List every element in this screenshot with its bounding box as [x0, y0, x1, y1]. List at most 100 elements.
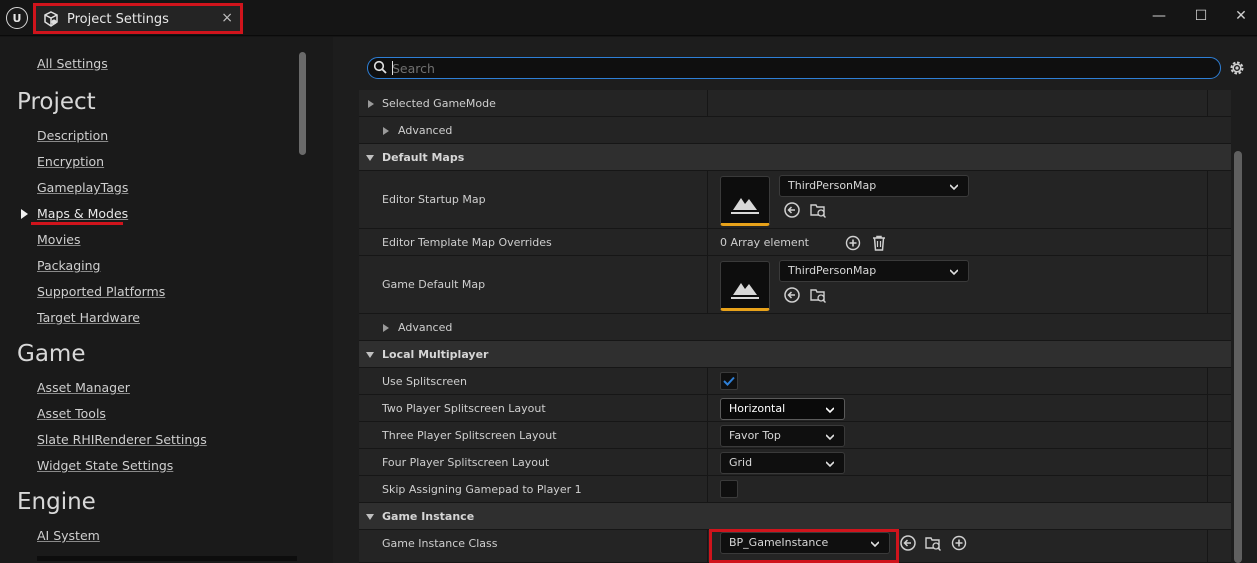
category-label: Local Multiplayer	[382, 348, 489, 361]
use-selected-asset-icon[interactable]	[783, 286, 801, 304]
row-two-player-layout: Two Player Splitscreen Layout Horizontal	[359, 395, 1231, 422]
map-dropdown[interactable]: ThirdPersonMap	[779, 175, 969, 197]
title-bar: U Project Settings × — ☐ ✕	[0, 0, 1257, 36]
browse-asset-icon[interactable]	[809, 286, 827, 304]
settings-cube-icon	[44, 11, 58, 27]
skip-gamepad-checkbox[interactable]	[720, 480, 738, 498]
settings-sidebar: All Settings Project Description Encrypt…	[0, 37, 333, 563]
search-box[interactable]	[367, 57, 1221, 79]
checkmark-icon	[723, 376, 735, 386]
property-label: Skip Assigning Gamepad to Player 1	[382, 483, 582, 496]
delete-trash-icon[interactable]	[870, 234, 888, 252]
chevron-down-icon	[950, 184, 958, 191]
details-scrollbar[interactable]	[1234, 151, 1242, 563]
text-cursor	[392, 61, 393, 75]
row-editor-template-overrides: Editor Template Map Overrides 0 Array el…	[359, 229, 1231, 256]
map-thumbnail-icon	[731, 198, 759, 214]
tab-label: Project Settings	[67, 12, 169, 27]
section-title-project: Project	[17, 89, 96, 115]
expand-arrow-icon[interactable]	[383, 127, 389, 135]
search-icon	[373, 60, 387, 74]
property-label: Use Splitscreen	[382, 375, 468, 388]
row-three-player-layout: Three Player Splitscreen Layout Favor To…	[359, 422, 1231, 449]
chevron-down-icon	[950, 269, 958, 276]
sidebar-item-packaging[interactable]: Packaging	[37, 258, 100, 273]
sidebar-item-description[interactable]: Description	[37, 128, 108, 143]
chevron-down-icon	[826, 407, 834, 414]
three-player-layout-dropdown[interactable]: Favor Top	[720, 425, 845, 447]
property-label: Advanced	[398, 321, 453, 334]
collapse-arrow-icon[interactable]	[366, 352, 374, 358]
sidebar-item-gameplaytags[interactable]: GameplayTags	[37, 180, 128, 195]
map-thumbnail[interactable]	[720, 261, 770, 311]
expand-arrow-icon[interactable]	[383, 324, 389, 332]
row-editor-startup-map: Editor Startup Map ThirdPersonMap	[359, 171, 1231, 229]
sidebar-item-slate-rhirenderer[interactable]: Slate RHIRenderer Settings	[37, 432, 207, 447]
category-local-multiplayer[interactable]: Local Multiplayer	[359, 341, 1231, 368]
tab-close-icon[interactable]: ×	[221, 10, 233, 26]
category-game-instance[interactable]: Game Instance	[359, 503, 1231, 530]
sidebar-item-movies[interactable]: Movies	[37, 232, 81, 247]
sidebar-item-ai-system[interactable]: AI System	[37, 528, 100, 543]
collapse-arrow-icon[interactable]	[366, 514, 374, 520]
browse-class-icon[interactable]	[924, 534, 942, 552]
browse-asset-icon[interactable]	[809, 201, 827, 219]
use-splitscreen-checkbox[interactable]	[720, 372, 738, 390]
use-selected-class-icon[interactable]	[899, 534, 917, 552]
array-count: 0 Array element	[720, 236, 809, 249]
game-instance-highlight-box	[709, 529, 899, 563]
row-use-splitscreen: Use Splitscreen	[359, 368, 1231, 395]
search-input[interactable]	[392, 59, 1192, 77]
section-title-game: Game	[17, 341, 86, 367]
property-label: Editor Startup Map	[382, 193, 486, 206]
selected-arrow-icon	[21, 209, 28, 219]
gear-icon[interactable]	[1228, 59, 1246, 77]
row-advanced[interactable]: Advanced	[359, 117, 1231, 144]
row-selected-gamemode[interactable]: Selected GameMode	[359, 90, 1231, 117]
sidebar-item-asset-tools[interactable]: Asset Tools	[37, 406, 106, 421]
minimize-button[interactable]: —	[1144, 6, 1174, 28]
unreal-logo-icon: U	[6, 7, 28, 29]
section-title-engine: Engine	[17, 489, 96, 515]
row-four-player-layout: Four Player Splitscreen Layout Grid	[359, 449, 1231, 476]
sidebar-item-maps-modes[interactable]: Maps & Modes	[37, 206, 128, 221]
sidebar-item-target-hardware[interactable]: Target Hardware	[37, 310, 140, 325]
property-label: Game Default Map	[382, 278, 486, 291]
sidebar-scrollbar[interactable]	[299, 52, 306, 155]
collapse-arrow-icon[interactable]	[366, 155, 374, 161]
tab-project-settings[interactable]: Project Settings ×	[33, 3, 243, 34]
create-new-class-icon[interactable]	[950, 534, 968, 552]
add-element-icon[interactable]	[844, 234, 862, 252]
sidebar-item-widget-state[interactable]: Widget State Settings	[37, 458, 173, 473]
property-label: Two Player Splitscreen Layout	[382, 402, 546, 415]
sidebar-horizontal-scrollbar[interactable]	[37, 556, 297, 561]
sidebar-item-all-settings[interactable]: All Settings	[37, 56, 108, 71]
property-label: Advanced	[398, 124, 453, 137]
two-player-layout-dropdown[interactable]: Horizontal	[720, 398, 845, 420]
property-label: Game Instance Class	[382, 537, 498, 550]
window-close-button[interactable]: ✕	[1226, 6, 1256, 28]
details-panel: Selected GameMode Advanced Default Maps …	[333, 37, 1257, 563]
expand-arrow-icon[interactable]	[368, 100, 374, 108]
sidebar-item-asset-manager[interactable]: Asset Manager	[37, 380, 130, 395]
map-dropdown[interactable]: ThirdPersonMap	[779, 260, 969, 282]
chevron-down-icon	[826, 461, 834, 468]
row-advanced[interactable]: Advanced	[359, 314, 1231, 341]
sidebar-item-supported-platforms[interactable]: Supported Platforms	[37, 284, 165, 299]
property-label: Editor Template Map Overrides	[382, 236, 552, 249]
category-label: Game Instance	[382, 510, 475, 523]
four-player-layout-dropdown[interactable]: Grid	[720, 452, 845, 474]
row-game-default-map: Game Default Map ThirdPersonMap	[359, 256, 1231, 314]
row-skip-gamepad: Skip Assigning Gamepad to Player 1	[359, 476, 1231, 503]
category-default-maps[interactable]: Default Maps	[359, 144, 1231, 171]
category-label: Default Maps	[382, 151, 465, 164]
map-thumbnail[interactable]	[720, 176, 770, 226]
property-label: Three Player Splitscreen Layout	[382, 429, 557, 442]
sidebar-item-encryption[interactable]: Encryption	[37, 154, 104, 169]
use-selected-asset-icon[interactable]	[783, 201, 801, 219]
property-label: Selected GameMode	[382, 97, 496, 110]
maximize-button[interactable]: ☐	[1186, 6, 1216, 28]
highlight-underline	[31, 222, 123, 225]
property-grid: Selected GameMode Advanced Default Maps …	[359, 90, 1231, 563]
property-label: Four Player Splitscreen Layout	[382, 456, 550, 469]
